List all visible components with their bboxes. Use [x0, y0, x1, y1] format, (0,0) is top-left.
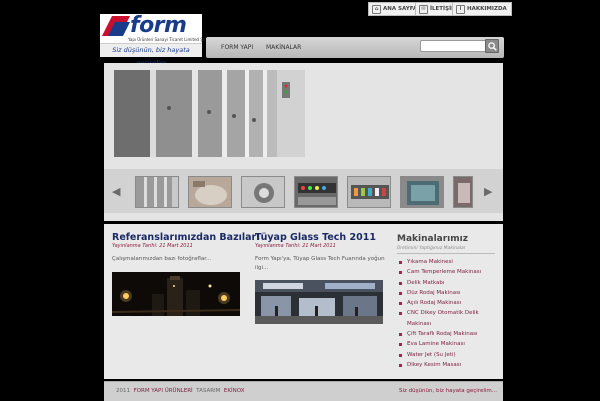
- references-date: Yayınlanma Tarihi: 21 Mart 2011: [112, 243, 193, 249]
- mail-icon: ✉: [419, 4, 428, 14]
- thumbnail-image: [401, 177, 443, 207]
- machine-link[interactable]: Water Jet (Su Jeti): [399, 350, 499, 360]
- prev-arrow-icon[interactable]: ◀: [112, 185, 120, 198]
- content-area: Referanslarımızdan Bazıları Yayınlanma T…: [104, 224, 503, 379]
- logo-text: form: [130, 13, 187, 38]
- thumbnail-6[interactable]: [400, 176, 444, 208]
- home-icon: ⌂: [372, 4, 381, 14]
- search-button[interactable]: [485, 39, 499, 53]
- thumbnail-image: [295, 177, 337, 207]
- home-link-label: ANA SAYFA: [383, 6, 418, 12]
- footer-year: 2011: [116, 388, 130, 394]
- main-nav: FORM YAPI MAKİNALAR: [206, 37, 504, 58]
- thumbnail-7[interactable]: [453, 176, 473, 208]
- nav-item-form-yapi[interactable]: FORM YAPI: [221, 44, 253, 51]
- machine-link[interactable]: Yıkama Makinesi: [399, 257, 499, 267]
- glasstech-image[interactable]: [255, 280, 383, 324]
- about-link[interactable]: i HAKKIMIZDA: [452, 2, 512, 16]
- info-icon: i: [456, 4, 465, 14]
- thumbnail-3[interactable]: [241, 176, 285, 208]
- machines-divider: [397, 253, 495, 254]
- logo-subtext: Yapı Ürünleri Sanayi Ticaret Limited Şir…: [128, 37, 213, 42]
- references-title[interactable]: Referanslarımızdan Bazıları: [112, 232, 259, 243]
- machine-link[interactable]: Düz Rodaj Makinası: [399, 288, 499, 298]
- logo-mark-icon: [102, 16, 130, 36]
- machine-link[interactable]: Çift Taraflı Rodaj Makinası: [399, 329, 499, 339]
- references-excerpt: Çalışmalarımızdan bazı fotoğraflar...: [112, 256, 212, 262]
- footer: 2011 FORM YAPI ÜRÜNLERİ TASARIM EKİNOX S…: [104, 381, 503, 401]
- thumbnail-4[interactable]: [294, 176, 338, 208]
- featured-slider: ◀ ▶: [104, 63, 503, 221]
- glasstech-title[interactable]: Tüyap Glass Tech 2011: [255, 232, 376, 243]
- fair-booth-photo: [255, 280, 383, 324]
- thumbnail-image: [348, 177, 390, 207]
- home-link[interactable]: ⌂ ANA SAYFA: [368, 2, 423, 16]
- slider-photo: [114, 70, 305, 157]
- search-input[interactable]: [420, 40, 488, 52]
- thumbnail-1[interactable]: [135, 176, 179, 208]
- thumbnail-image: [242, 177, 284, 207]
- thumbnail-image: [136, 177, 178, 207]
- footer-company-link[interactable]: FORM YAPI ÜRÜNLERİ: [134, 388, 193, 394]
- machine-link[interactable]: Eva Lamine Makinası: [399, 339, 499, 349]
- machine-link[interactable]: Delik Matkabı: [399, 278, 499, 288]
- glasstech-excerpt: Form Yapı'ya, Tüyap Glass Tech Fuarında …: [255, 256, 385, 271]
- slider-main-image[interactable]: [114, 70, 305, 157]
- machines-subtitle: Üretimini Yaptığımız Makinalar: [397, 246, 466, 251]
- footer-slogan: Siz düşünün, biz hayata geçirelim...: [399, 388, 497, 394]
- thumbnail-5[interactable]: [347, 176, 391, 208]
- thumbnail-strip: ◀ ▶: [104, 169, 503, 213]
- machine-link[interactable]: CNC Dikey Otomatik Delik Makinası: [399, 308, 499, 329]
- machine-link[interactable]: Cam Temperleme Makinası: [399, 267, 499, 277]
- search-icon: [487, 41, 497, 51]
- thumbnail-image: [454, 177, 472, 207]
- machines-list: Yıkama Makinesi Cam Temperleme Makinası …: [399, 257, 499, 370]
- machine-link[interactable]: Dikey Kesim Masası: [399, 360, 499, 370]
- footer-design-label: TASARIM: [196, 388, 221, 394]
- glasstech-date: Yayınlanma Tarihi: 21 Mart 2011: [255, 243, 336, 249]
- night-building-photo: [112, 272, 240, 316]
- machines-title: Makinalarımız: [397, 234, 468, 244]
- header-slogan: Siz düşünün, biz hayata geçirelim: [100, 43, 202, 67]
- footer-designer-link[interactable]: EKİNOX: [224, 388, 245, 394]
- thumbnail-2[interactable]: [188, 176, 232, 208]
- about-link-label: HAKKIMIZDA: [467, 6, 507, 12]
- next-arrow-icon[interactable]: ▶: [484, 185, 492, 198]
- footer-credits: 2011 FORM YAPI ÜRÜNLERİ TASARIM EKİNOX: [116, 388, 245, 394]
- machine-link[interactable]: Açılı Rodaj Makinası: [399, 298, 499, 308]
- references-image[interactable]: [112, 272, 240, 316]
- nav-item-makinalar[interactable]: MAKİNALAR: [266, 44, 301, 51]
- thumbnail-image: [189, 177, 231, 207]
